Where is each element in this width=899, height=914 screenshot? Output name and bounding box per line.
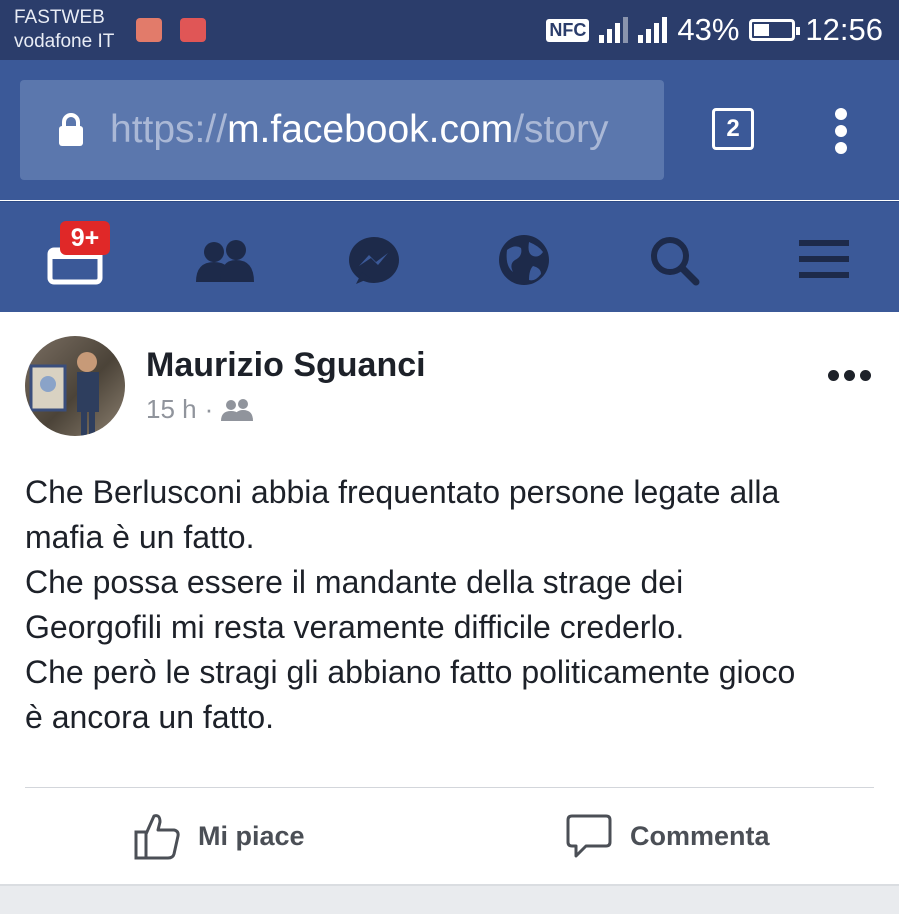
url-scheme: https://: [110, 108, 228, 151]
mail-notification-icon: [136, 18, 162, 42]
comment-label: Commenta: [630, 820, 770, 851]
like-button[interactable]: Mi piace: [134, 810, 305, 862]
audience-friends-icon: [221, 398, 254, 421]
post-line: è ancora un fatto.: [25, 699, 275, 735]
comment-icon: [566, 814, 612, 858]
status-bar: FASTWEB vodafone IT NFC 43% 12:56: [0, 0, 899, 60]
notifications-badge: 9+: [60, 221, 110, 255]
post-text: Che Berlusconi abbia frequentato persone…: [25, 470, 885, 740]
thumbs-up-icon: [134, 814, 180, 860]
menu-icon[interactable]: [797, 232, 857, 292]
browser-toolbar: https://m.facebook.com/story 2: [0, 60, 899, 200]
messenger-icon[interactable]: [346, 232, 406, 292]
comment-button[interactable]: Commenta: [566, 810, 770, 862]
url-path: /story: [513, 108, 609, 151]
clock: 12:56: [805, 12, 883, 47]
post-time[interactable]: 15 h: [146, 394, 197, 425]
nfc-icon: NFC: [546, 18, 590, 42]
next-section-divider: [0, 884, 899, 914]
post-author[interactable]: Maurizio Sguanci: [146, 346, 426, 385]
search-icon[interactable]: [646, 232, 706, 292]
divider: [25, 787, 874, 788]
meta-separator: ·: [204, 394, 214, 424]
carrier-info: FASTWEB vodafone IT: [14, 6, 114, 54]
post-meta: 15 h ·: [146, 394, 254, 425]
like-label: Mi piace: [198, 820, 305, 851]
post-line: Che possa essere il mandante della strag…: [25, 564, 684, 600]
missed-call-icon: [180, 18, 206, 42]
post-card: Maurizio Sguanci 15 h · Che Berlusconi a…: [0, 312, 899, 914]
battery-icon: [749, 19, 801, 41]
avatar[interactable]: [25, 336, 125, 436]
facebook-nav-bar: 9+: [0, 201, 899, 313]
post-options-icon[interactable]: [828, 370, 872, 382]
post-line: mafia è un fatto.: [25, 519, 255, 555]
post-line: Che però le stragi gli abbiano fatto pol…: [25, 654, 796, 690]
post-line: Georgofili mi resta veramente difficile …: [25, 609, 685, 645]
url-text: https://m.facebook.com/story: [110, 104, 655, 156]
lock-icon: [59, 113, 83, 146]
url-domain: m.facebook.com: [227, 108, 514, 151]
status-right: NFC 43% 12:56: [546, 12, 883, 48]
battery-percent: 43%: [677, 12, 740, 47]
tab-switcher-button[interactable]: 2: [712, 108, 754, 150]
post-line: Che Berlusconi abbia frequentato persone…: [25, 474, 780, 510]
globe-icon[interactable]: [497, 232, 557, 292]
profile-photo: [29, 352, 99, 436]
friends-icon[interactable]: [194, 232, 254, 292]
signal-2-icon: [638, 17, 668, 43]
signal-1-icon: [599, 17, 629, 43]
carrier-1: FASTWEB: [14, 7, 105, 28]
url-field[interactable]: https://m.facebook.com/story: [20, 80, 664, 180]
notifications-icon[interactable]: 9+: [46, 221, 110, 292]
carrier-2: vodafone IT: [14, 31, 115, 52]
overflow-menu-icon[interactable]: [832, 108, 850, 154]
